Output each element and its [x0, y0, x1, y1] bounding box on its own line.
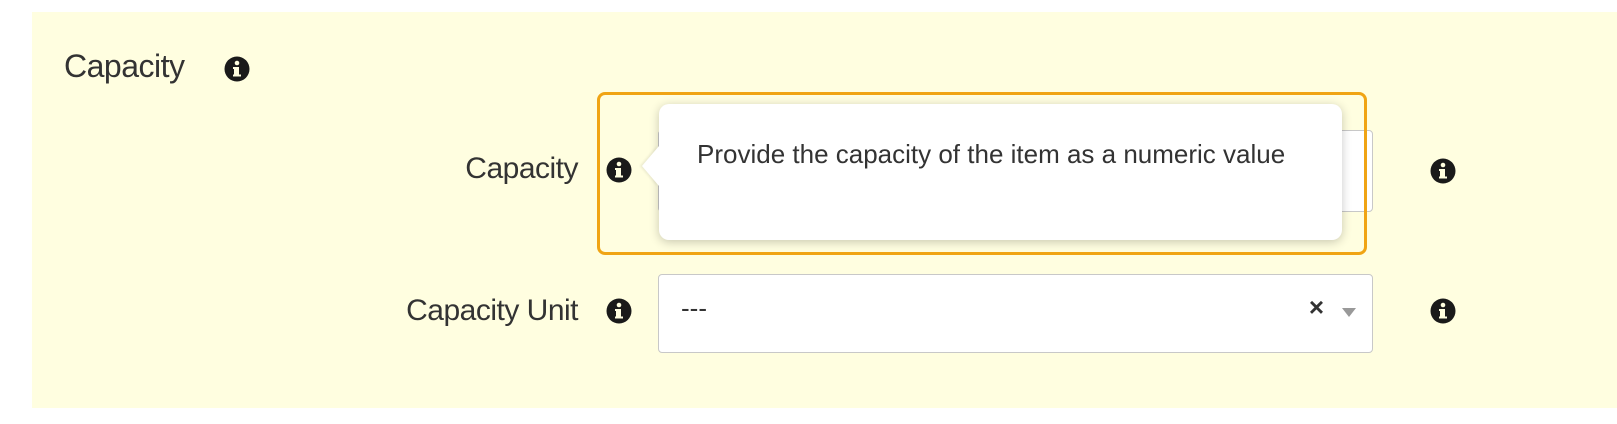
tooltip-arrow [642, 146, 659, 186]
section-info-icon[interactable] [224, 56, 250, 82]
tooltip-text: Provide the capacity of the item as a nu… [697, 139, 1286, 169]
capacity-tooltip: Provide the capacity of the item as a nu… [642, 104, 1342, 240]
capacity-unit-selected-value: --- [681, 293, 707, 323]
capacity-unit-select[interactable]: --- × [658, 274, 1373, 353]
capacity-label: Capacity [465, 152, 578, 185]
capacity-unit-help-icon[interactable] [1430, 298, 1456, 324]
section-title: Capacity [64, 48, 185, 84]
capacity-unit-label: Capacity Unit [406, 294, 578, 327]
capacity-help-icon[interactable] [1430, 158, 1456, 184]
dropdown-caret-icon[interactable] [1342, 308, 1356, 317]
capacity-unit-info-icon[interactable] [606, 298, 632, 324]
clear-selection-icon[interactable]: × [1309, 292, 1324, 323]
